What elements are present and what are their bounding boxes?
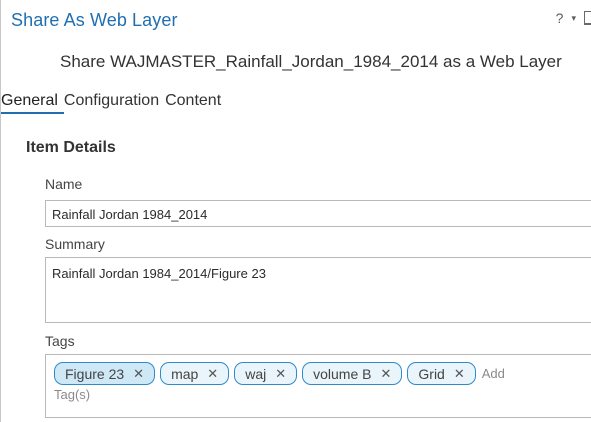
name-input[interactable]: Rainfall Jordan 1984_2014 [45,200,591,227]
tag-chip-label: volume B [313,365,372,382]
add-tag-placeholder-continued[interactable]: Tag(s) [54,387,591,402]
tag-chip[interactable]: Grid ✕ [407,362,476,385]
tag-chip[interactable]: Figure 23 ✕ [54,362,156,385]
remove-tag-icon[interactable]: ✕ [454,366,465,382]
tags-label: Tags [45,333,75,349]
tag-chip[interactable]: map ✕ [160,362,230,385]
tag-chip-label: Figure 23 [65,365,125,382]
tab-strip: General Configuration Content [1,92,227,114]
options-menu-icon[interactable]: ▾ [571,13,576,24]
share-web-layer-pane: Share As Web Layer ? ▾ Share WAJMASTER_R… [0,0,591,422]
tags-input[interactable]: Figure 23 ✕ map ✕ waj ✕ volume B ✕ Grid … [45,354,591,418]
summary-label: Summary [45,236,105,252]
name-label: Name [45,176,83,192]
remove-tag-icon[interactable]: ✕ [133,366,144,382]
summary-textarea[interactable]: Rainfall Jordan 1984_2014/Figure 23 [45,257,591,323]
tag-chip-row: Figure 23 ✕ map ✕ waj ✕ volume B ✕ Grid … [54,362,591,385]
remove-tag-icon[interactable]: ✕ [275,366,286,382]
tag-chip-label: Grid [418,365,445,382]
tab-content[interactable]: Content [165,92,227,114]
tag-chip[interactable]: volume B ✕ [302,362,403,385]
pane-controls: ? ▾ [556,10,591,26]
add-tag-placeholder[interactable]: Add [482,366,505,381]
help-icon[interactable]: ? [556,10,564,26]
pane-subtitle: Share WAJMASTER_Rainfall_Jordan_1984_201… [60,52,562,71]
item-details-heading: Item Details [26,139,116,156]
remove-tag-icon[interactable]: ✕ [380,366,391,382]
tab-configuration[interactable]: Configuration [64,92,165,114]
remove-tag-icon[interactable]: ✕ [207,366,218,382]
pane-title-bar: Share As Web Layer ? ▾ [1,0,591,40]
pin-icon[interactable] [584,11,591,25]
tag-chip-label: map [171,365,199,382]
tag-chip[interactable]: waj ✕ [234,362,298,385]
pane-title: Share As Web Layer [11,10,178,30]
tab-general[interactable]: General [1,92,64,114]
tag-chip-label: waj [245,365,267,382]
